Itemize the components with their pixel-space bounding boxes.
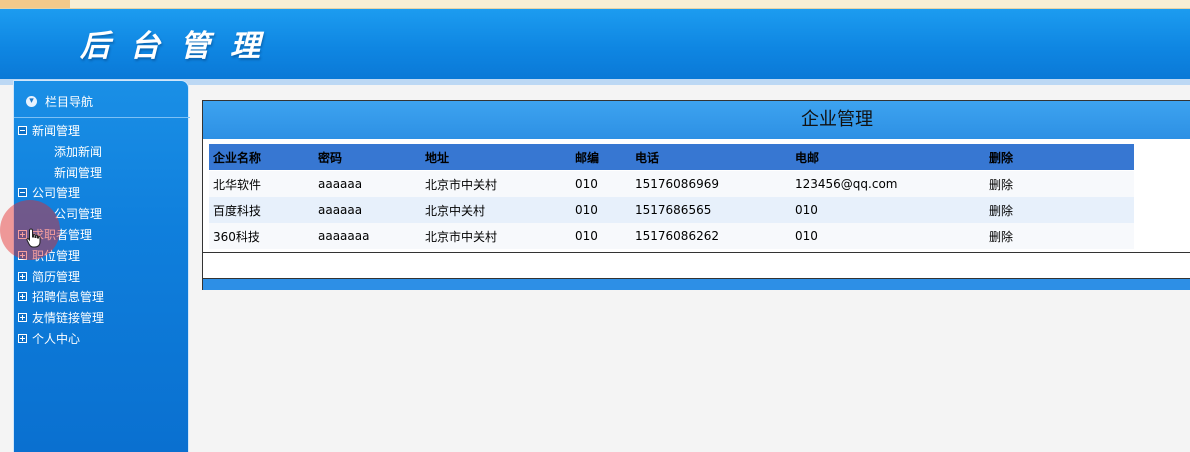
column-header: 删除 [985,144,1134,171]
sidebar-divider [14,117,190,118]
expand-icon[interactable] [18,292,27,302]
sidebar-item-news[interactable]: 新闻管理 [18,121,188,142]
top-strip-tab [0,0,70,8]
cell-address: 北京市中关村 [421,223,571,249]
top-strip [0,0,1190,9]
column-header: 邮编 [571,144,631,171]
expand-icon[interactable] [18,313,27,323]
cell-password: aaaaaa [314,197,421,223]
sidebar-item-recruitment[interactable]: 招聘信息管理 [18,287,188,308]
expand-icon[interactable] [18,333,27,343]
collapse-icon[interactable] [18,126,27,135]
cell-zip: 010 [571,197,631,223]
delete-link[interactable]: 删除 [985,223,1134,249]
sidebar-item-label: 添加新闻 [54,144,103,159]
table-header-row: 企业名称 密码 地址 邮编 电话 电邮 删除 [209,144,1134,171]
cell-password: aaaaaaa [314,223,421,249]
collapse-icon[interactable] [18,188,27,198]
sidebar-heading: ▾ 栏目导航 [26,93,93,110]
sidebar-item-label: 个人中心 [32,331,81,346]
cell-email: 010 [791,197,985,223]
sidebar-item-label: 公司管理 [54,207,103,222]
circle-down-icon: ▾ [26,96,37,107]
sidebar-item-profile[interactable]: 个人中心 [18,329,188,350]
panel-divider [203,252,1190,253]
column-header: 密码 [314,144,421,171]
cell-zip: 010 [571,170,631,197]
sidebar-item-label: 友情链接管理 [32,311,105,326]
sidebar-item-label: 公司管理 [32,186,81,201]
table-row: 360科技 aaaaaaa 北京市中关村 010 15176086262 010… [209,223,1134,249]
cell-email: 123456@qq.com [791,170,985,197]
cell-company-name: 百度科技 [209,197,314,223]
cell-address: 北京市中关村 [421,170,571,197]
company-table: 企业名称 密码 地址 邮编 电话 电邮 删除 北华软件 aaaaaa 北京市中关… [209,144,1134,249]
hand-cursor-icon [26,228,41,248]
sidebar-item-news-manage[interactable]: 新闻管理 [18,163,188,184]
sidebar-heading-label: 栏目导航 [45,95,94,109]
cell-zip: 010 [571,223,631,249]
table-row: 百度科技 aaaaaa 北京中关村 010 1517686565 010 删除 [209,197,1134,223]
cell-email: 010 [791,223,985,249]
panel-footer-bar [203,278,1190,290]
column-header: 地址 [421,144,571,171]
cell-address: 北京中关村 [421,197,571,223]
cell-company-name: 360科技 [209,223,314,249]
expand-icon[interactable] [18,271,27,281]
sidebar-item-label: 简历管理 [32,269,81,284]
cell-phone: 1517686565 [631,197,791,223]
column-header: 企业名称 [209,144,314,171]
header: 后台管理 [0,9,1190,81]
sidebar-item-company[interactable]: 公司管理 [18,183,188,204]
cell-phone: 15176086262 [631,223,791,249]
table-row: 北华软件 aaaaaa 北京市中关村 010 15176086969 12345… [209,170,1134,197]
sidebar-item-label: 新闻管理 [54,165,103,180]
column-header: 电邮 [791,144,985,171]
panel-title: 企业管理 [801,109,873,130]
cell-password: aaaaaa [314,170,421,197]
panel-title-bar: 企业管理 [203,101,1190,139]
cell-company-name: 北华软件 [209,170,314,197]
sidebar-item-label: 招聘信息管理 [32,290,105,305]
delete-link[interactable]: 删除 [985,197,1134,223]
column-header: 电话 [631,144,791,171]
sidebar-item-links[interactable]: 友情链接管理 [18,308,188,329]
page-title: 后台管理 [80,29,280,64]
sidebar-item-label: 新闻管理 [32,124,81,138]
company-panel: 企业管理 企业名称 密码 地址 邮编 电话 电邮 删除 北华软件 aaaaaa … [202,100,1190,290]
cell-phone: 15176086969 [631,170,791,197]
delete-link[interactable]: 删除 [985,170,1134,197]
sidebar-item-add-news[interactable]: 添加新闻 [18,142,188,163]
sidebar-item-resumes[interactable]: 简历管理 [18,267,188,288]
sidebar: ▾ 栏目导航 新闻管理 添加新闻 新闻管理 公司管理 公司管理 求职者管理 职位… [13,80,190,452]
